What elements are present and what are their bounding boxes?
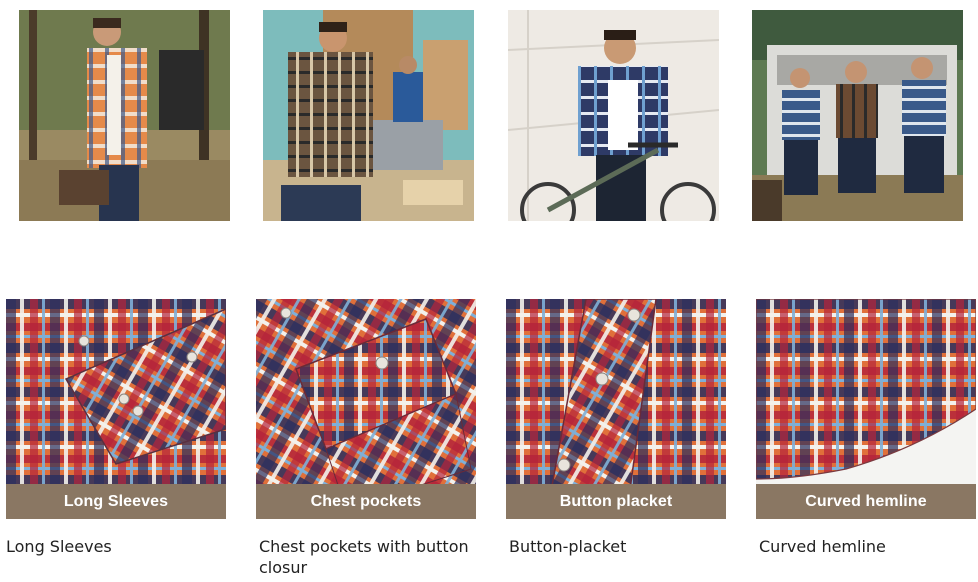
feature-band-label: Curved hemline	[756, 484, 976, 519]
feature-caption: Chest pockets with button closur	[259, 537, 469, 577]
feature-caption: Long Sleeves	[6, 537, 112, 556]
feature-tile-curved-hemline: Curved hemline	[756, 299, 976, 519]
photo-man-walking-woods	[19, 10, 230, 221]
photo-man-with-bicycle	[508, 10, 719, 221]
photo-three-men-on-truck	[752, 10, 963, 221]
feature-tile-button-placket: Button placket	[506, 299, 726, 519]
feature-tile-chest-pockets: Chest pockets	[256, 299, 476, 519]
feature-caption: Curved hemline	[759, 537, 886, 556]
feature-band-label: Long Sleeves	[6, 484, 226, 519]
feature-tile-long-sleeves: Long Sleeves	[6, 299, 226, 519]
feature-band-label: Button placket	[506, 484, 726, 519]
feature-caption: Button-placket	[509, 537, 627, 556]
feature-band-label: Chest pockets	[256, 484, 476, 519]
photo-man-woodworking	[263, 10, 474, 221]
